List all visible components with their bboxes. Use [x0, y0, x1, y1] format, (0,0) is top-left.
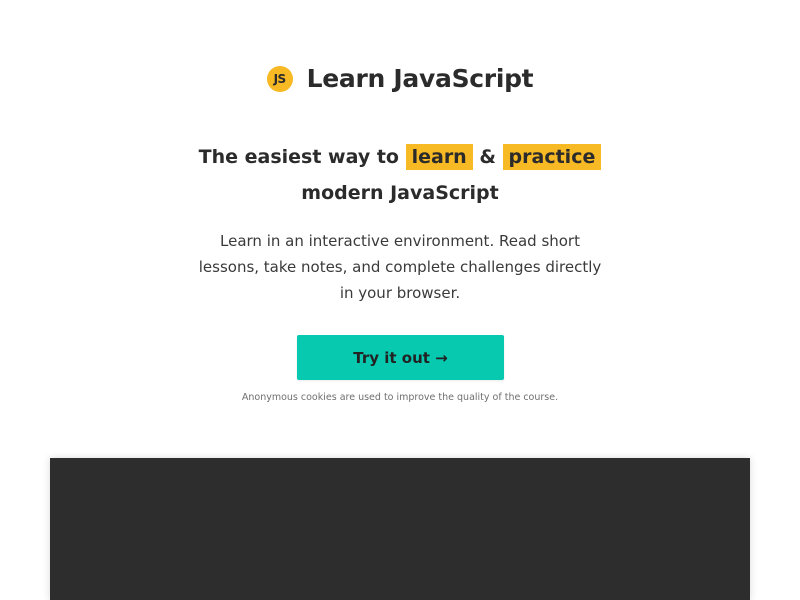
- brand-title: Learn JavaScript: [306, 64, 534, 93]
- try-it-out-button[interactable]: Try it out →: [297, 335, 504, 380]
- hero-headline: The easiest way to learn & practice mode…: [0, 139, 800, 211]
- headline-connector: &: [479, 146, 496, 168]
- brand-header: JS Learn JavaScript: [0, 64, 800, 93]
- headline-suffix: modern JavaScript: [301, 182, 499, 204]
- js-logo-icon: JS: [266, 65, 293, 92]
- hero-description: Learn in an interactive environment. Rea…: [198, 232, 602, 302]
- highlight-practice: practice: [502, 144, 602, 170]
- editor-preview: [50, 458, 750, 600]
- cookie-notice: Anonymous cookies are used to improve th…: [241, 392, 559, 403]
- headline-prefix: The easiest way to: [198, 146, 399, 168]
- highlight-learn: learn: [405, 144, 473, 170]
